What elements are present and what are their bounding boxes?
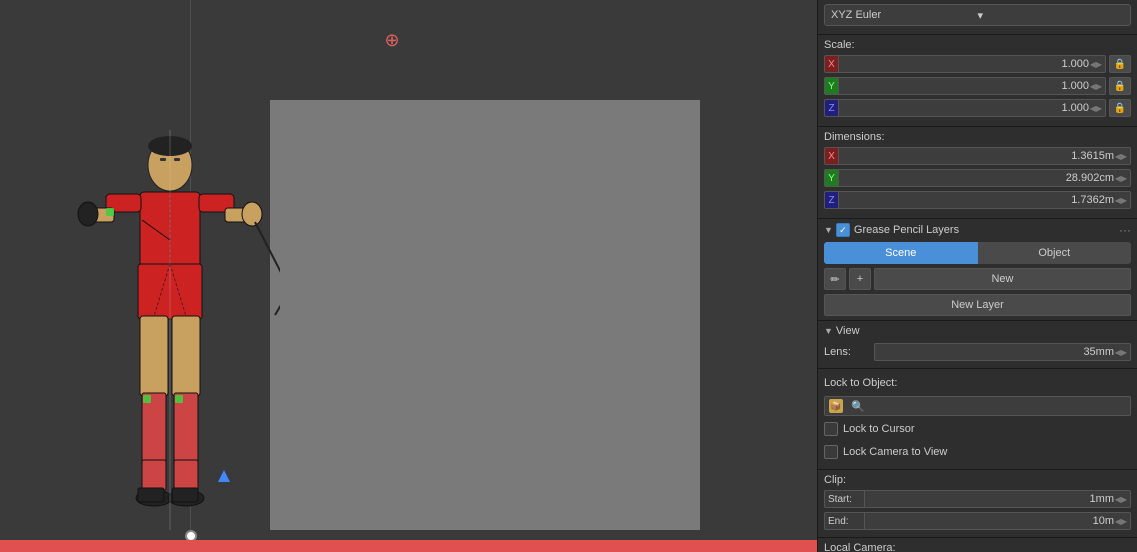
grease-toolbar-row: ✏ + New — [824, 268, 1131, 290]
scale-label: Scale: — [824, 39, 1131, 51]
lock-to-object-row: Lock to Object: — [824, 373, 1131, 393]
lock-cursor-label: Lock to Cursor — [843, 423, 915, 435]
canvas-area — [270, 100, 700, 530]
lock-cursor-row[interactable]: Lock to Cursor — [824, 419, 1131, 439]
rotation-mode-dropdown[interactable]: XYZ Euler ▾ — [824, 4, 1131, 26]
grease-triangle-icon: ▼ — [824, 225, 833, 235]
clip-label: Clip: — [824, 474, 1131, 486]
tab-scene[interactable]: Scene — [824, 242, 978, 264]
lock-field-icon: 🔍 — [851, 400, 865, 413]
clip-start-axis: Start: — [824, 490, 864, 508]
dim-z-input[interactable]: 1.7362m ◀▶ — [838, 191, 1131, 209]
scale-z-lock[interactable]: 🔒 — [1109, 99, 1131, 117]
lock-section: Lock to Object: 📦 🔍 Lock to Cursor Lock … — [818, 369, 1137, 470]
view-section: ▼ View Lens: 35mm ◀▶ — [818, 321, 1137, 369]
camera-section: Local Camera: 📷 Camera ✕ — [818, 538, 1137, 552]
dim-y-axis: Y — [824, 169, 838, 187]
scale-x-row: X 1.000 ◀▶ 🔒 — [824, 54, 1131, 74]
grease-pencil-icon[interactable]: ✏ — [824, 268, 846, 290]
scale-x-axis: X — [824, 55, 838, 73]
grease-checkbox[interactable]: ✓ — [836, 223, 850, 237]
scale-y-lock[interactable]: 🔒 — [1109, 77, 1131, 95]
scale-section: Scale: X 1.000 ◀▶ 🔒 Y 1.000 ◀▶ 🔒 Z 1.000… — [818, 35, 1137, 127]
lens-input[interactable]: 35mm ◀▶ — [874, 343, 1131, 361]
grease-add-btn[interactable]: + — [849, 268, 871, 290]
lock-camera-label: Lock Camera to View — [843, 446, 947, 458]
dim-x-row: X 1.3615m ◀▶ — [824, 146, 1131, 166]
view-label: View — [836, 325, 860, 337]
dim-z-axis: Z — [824, 191, 838, 209]
rotation-mode-label: XYZ Euler — [831, 9, 978, 21]
lock-cursor-checkbox[interactable] — [824, 422, 838, 436]
lock-object-icon: 📦 — [829, 399, 843, 413]
scale-x-input[interactable]: 1.000 ◀▶ — [838, 55, 1106, 73]
viewport[interactable]: ⊕ — [0, 0, 817, 552]
crosshair-cursor: ⊕ — [382, 30, 402, 50]
scale-y-input[interactable]: 1.000 ◀▶ — [838, 77, 1106, 95]
clip-start-row: Start: 1mm ◀▶ — [824, 489, 1131, 509]
lock-to-object-label: Lock to Object: — [824, 377, 934, 389]
scale-y-row: Y 1.000 ◀▶ 🔒 — [824, 76, 1131, 96]
lens-row: Lens: 35mm ◀▶ — [824, 342, 1131, 362]
scale-z-input[interactable]: 1.000 ◀▶ — [838, 99, 1106, 117]
dimensions-label: Dimensions: — [824, 131, 1131, 143]
dim-y-row: Y 28.902cm ◀▶ — [824, 168, 1131, 188]
character-figure — [60, 130, 280, 540]
new-button[interactable]: New — [874, 268, 1131, 290]
timeline-bar[interactable] — [0, 540, 817, 552]
clip-end-input[interactable]: 10m ◀▶ — [864, 512, 1131, 530]
tab-object[interactable]: Object — [978, 242, 1132, 264]
dim-z-row: Z 1.7362m ◀▶ — [824, 190, 1131, 210]
grease-dots-menu[interactable]: ··· — [1119, 223, 1131, 237]
lock-object-field[interactable]: 📦 🔍 — [824, 396, 1131, 416]
grease-pencil-label: Grease Pencil Layers — [854, 224, 959, 236]
lock-camera-checkbox[interactable] — [824, 445, 838, 459]
scene-object-tabs: Scene Object — [824, 242, 1131, 264]
clip-end-row: End: 10m ◀▶ — [824, 511, 1131, 531]
grease-pencil-section: ▼ ✓ Grease Pencil Layers ··· Scene Objec… — [818, 219, 1137, 321]
dim-x-axis: X — [824, 147, 838, 165]
dim-y-input[interactable]: 28.902cm ◀▶ — [838, 169, 1131, 187]
rotation-mode-arrow: ▾ — [978, 9, 1125, 22]
rotation-mode-section: XYZ Euler ▾ — [818, 0, 1137, 35]
clip-section: Clip: Start: 1mm ◀▶ End: 10m ◀▶ — [818, 470, 1137, 538]
scale-y-axis: Y — [824, 77, 838, 95]
dim-x-input[interactable]: 1.3615m ◀▶ — [838, 147, 1131, 165]
new-layer-button[interactable]: New Layer — [824, 294, 1131, 316]
grease-pencil-header: ▼ ✓ Grease Pencil Layers ··· — [824, 223, 1131, 237]
scale-z-axis: Z — [824, 99, 838, 117]
scale-z-row: Z 1.000 ◀▶ 🔒 — [824, 98, 1131, 118]
view-triangle-icon: ▼ — [824, 326, 833, 336]
clip-start-input[interactable]: 1mm ◀▶ — [864, 490, 1131, 508]
view-header: ▼ View — [824, 325, 1131, 337]
clip-end-axis: End: — [824, 512, 864, 530]
lock-object-field-row: 📦 🔍 — [824, 396, 1131, 416]
right-panel: XYZ Euler ▾ Scale: X 1.000 ◀▶ 🔒 Y 1.000 … — [817, 0, 1137, 552]
frame-cursor — [218, 470, 230, 482]
scale-x-lock[interactable]: 🔒 — [1109, 55, 1131, 73]
lens-label: Lens: — [824, 346, 874, 358]
lock-camera-row[interactable]: Lock Camera to View — [824, 442, 1131, 462]
dimensions-section: Dimensions: X 1.3615m ◀▶ Y 28.902cm ◀▶ Z… — [818, 127, 1137, 219]
local-camera-label: Local Camera: — [824, 542, 1131, 552]
